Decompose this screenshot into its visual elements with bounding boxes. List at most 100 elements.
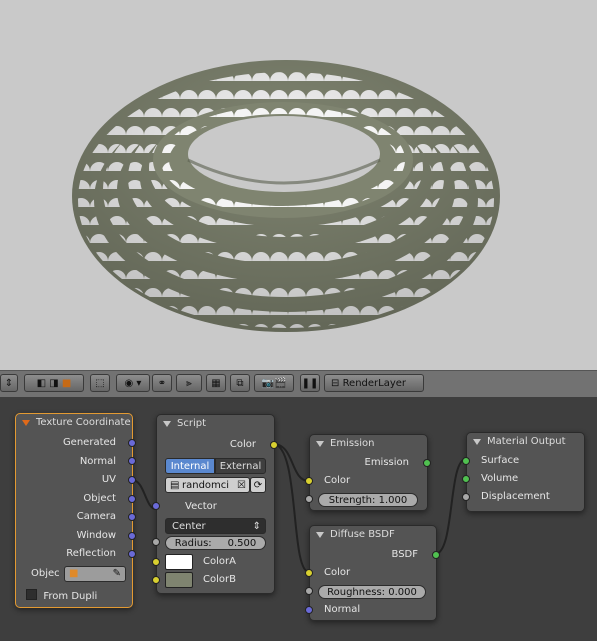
socket-uv[interactable] [128,476,136,484]
copy-icon[interactable]: ⧉ [230,374,250,392]
socket-strength-input[interactable] [305,495,313,503]
socket-color-output[interactable] [270,441,278,449]
node-title: Emission [330,438,375,449]
strength-label: Strength: [328,495,376,506]
collapse-icon[interactable] [163,421,171,427]
output-object: Object [83,493,116,504]
eyedropper-icon[interactable]: ✎ [113,567,121,581]
render-layer-selector[interactable]: ⊟ RenderLayer [324,374,424,392]
normal-label: Normal [324,604,361,615]
roughness-field[interactable]: Roughness: 0.000 [318,585,426,599]
center-dropdown[interactable]: Center ⇕ [165,518,266,534]
output-window: Window [76,530,116,541]
editor-type-selector[interactable]: ⇕ [0,374,18,392]
object-shader-icon[interactable]: ◧ [37,378,46,389]
link-icon[interactable]: ⚭ [152,374,172,392]
node-header[interactable]: Material Output [467,433,584,451]
shader-type-buttons[interactable]: ◧ ◨ ■ [24,374,84,392]
checkbox-box[interactable] [26,589,37,600]
socket-normal-input[interactable] [305,606,313,614]
output-reflection: Reflection [66,548,116,559]
collapse-icon[interactable] [22,420,30,426]
collapse-icon[interactable] [316,532,324,538]
socket-color-input[interactable] [305,569,313,577]
socket-normal[interactable] [128,457,136,465]
colora-swatch[interactable] [165,554,193,570]
pivot-selector[interactable]: ◉ ▾ [116,374,150,392]
from-dupli-checkbox[interactable]: From Dupli [26,589,97,602]
socket-volume-input[interactable] [462,475,470,483]
output-generated: Generated [62,437,116,448]
socket-roughness-input[interactable] [305,587,313,595]
socket-radius-input[interactable] [152,538,160,546]
3d-viewport[interactable] [0,0,597,370]
output-camera: Camera [76,511,116,522]
radius-field[interactable]: Radius: 0.500 [165,536,266,550]
socket-colora-input[interactable] [152,558,160,566]
socket-displacement-input[interactable] [462,493,470,501]
socket-window[interactable] [128,532,136,540]
socket-bsdf-output[interactable] [432,551,440,559]
object-field[interactable]: ■ ✎ [64,566,126,582]
image-icon[interactable]: ▦ [206,374,226,392]
script-node[interactable]: Script Color Internal External ▤ randomci… [152,414,278,594]
world-shader-icon[interactable]: ◨ [49,378,58,389]
object-label: Objec [31,568,60,579]
roughness-value: 0.000 [388,587,417,598]
snap-icon[interactable]: ⬚ [90,374,110,392]
surface-label: Surface [481,455,520,466]
strength-value: 1.000 [378,495,408,506]
node-header[interactable]: Script [157,415,274,433]
displacement-label: Displacement [481,491,550,502]
node-header[interactable]: Emission [310,435,427,453]
clear-icon[interactable]: ☒ [237,478,246,494]
strength-field[interactable]: Strength: 1.000 [318,493,418,507]
radius-label: Radius: [174,538,212,549]
render-layer-label: RenderLayer [342,377,407,389]
chevron-updown-icon: ⇕ [252,521,261,532]
socket-surface-input[interactable] [462,457,470,465]
backdrop-icon[interactable]: ⫸ [176,374,202,392]
output-uv: UV [101,474,116,485]
socket-reflection[interactable] [128,550,136,558]
collapse-icon[interactable] [316,441,324,447]
mode-internal-button[interactable]: Internal [165,458,215,474]
script-name: randomci [182,480,230,491]
socket-color-input[interactable] [305,477,313,485]
output-bsdf-label: BSDF [391,549,418,560]
colorb-swatch[interactable] [165,572,193,588]
socket-emission-output[interactable] [423,459,431,467]
pause-icon[interactable]: ❚❚ [300,374,320,392]
refresh-icon: ⟳ [253,480,263,491]
script-name-field[interactable]: ▤ randomci ☒ [165,477,250,493]
render-camera-icon[interactable]: 📷🎬 [254,374,294,392]
socket-camera[interactable] [128,513,136,521]
texture-coordinate-node[interactable]: Texture Coordinate Generated Normal UV O… [15,413,136,608]
material-output-node[interactable]: Material Output Surface Volume Displacem… [462,432,585,512]
reload-script-button[interactable]: ⟳ [250,477,266,493]
node-title: Material Output [487,436,566,447]
emission-node[interactable]: Emission Emission Color Strength: 1.000 [305,434,431,511]
node-editor-canvas[interactable]: Texture Coordinate Generated Normal UV O… [0,397,597,641]
node-title: Diffuse BSDF [330,529,395,540]
socket-object[interactable] [128,495,136,503]
output-color-label: Color [229,439,256,450]
material-shader-icon[interactable]: ■ [62,378,71,389]
diffuse-bsdf-node[interactable]: Diffuse BSDF BSDF Color Roughness: 0.000… [305,525,440,621]
colorb-label: ColorB [203,574,236,585]
collapse-icon[interactable] [473,439,481,445]
node-header[interactable]: Diffuse BSDF [310,526,436,544]
text-file-icon: ▤ [170,480,180,491]
socket-colorb-input[interactable] [152,576,160,584]
node-editor-header: ⇕ ◧ ◨ ■ ⬚ ◉ ▾ ⚭ ⫸ ▦ ⧉ 📷🎬 ❚❚ ⊟ RenderLaye… [0,370,597,398]
node-header[interactable]: Texture Coordinate [16,414,132,432]
output-emission-label: Emission [364,457,410,468]
from-dupli-label: From Dupli [43,591,98,602]
roughness-label: Roughness: [327,587,386,598]
torus-render [72,60,500,332]
mode-external-button[interactable]: External [215,458,266,474]
node-title: Script [177,418,207,429]
socket-generated[interactable] [128,439,136,447]
center-option: Center [172,521,206,532]
socket-vector-input[interactable] [152,502,160,510]
